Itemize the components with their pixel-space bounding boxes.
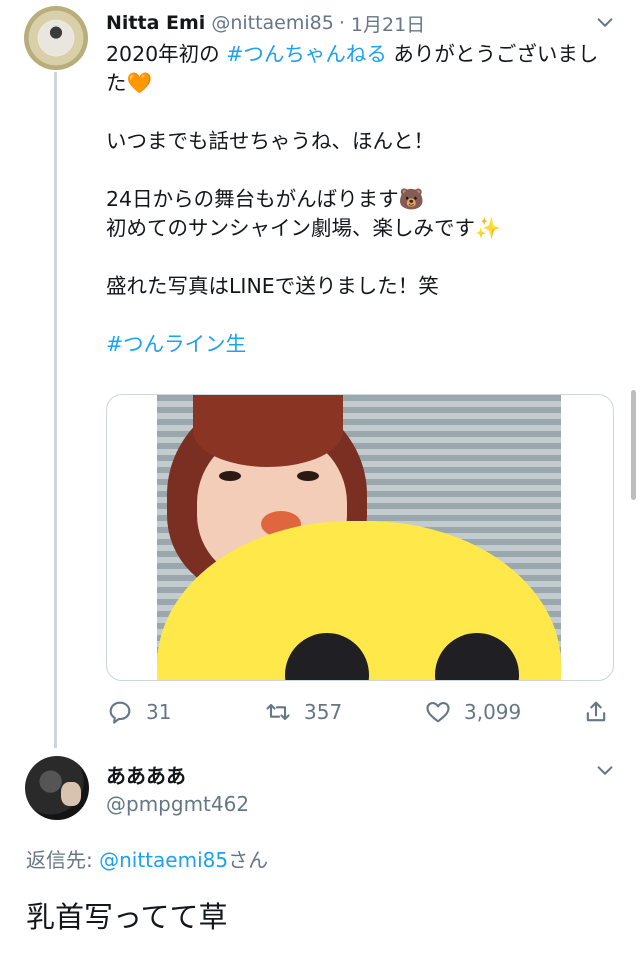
tweet-line-4: 初めてのサンシャイン劇場、楽しみです✨ [106,216,501,240]
header-separator: · [338,12,345,34]
share-action[interactable] [582,694,610,730]
scrollbar[interactable] [631,390,636,500]
author-name[interactable]: Nitta Emi [106,12,205,34]
bear-emoji: 🐻 [398,187,425,211]
author-avatar[interactable] [24,6,88,70]
tweet-photo[interactable] [157,395,561,680]
tweet-actions: 31 357 3,099 [106,694,616,730]
hashtag-link[interactable]: #つんちゃんねる [226,42,387,66]
like-action[interactable]: 3,099 [424,694,521,730]
tweet-line-5: 盛れた写真はLINEで送りました！笑 [106,274,439,298]
like-count: 3,099 [464,700,522,724]
tweet-date[interactable]: 1月21日 [351,10,425,37]
reply-author-avatar[interactable] [25,756,89,820]
reply-icon [109,701,131,724]
like-icon [426,701,450,723]
chevron-down-icon[interactable] [594,12,616,34]
hashtag-link[interactable]: #つんライン生 [106,332,246,356]
reply-action[interactable]: 31 [106,694,171,730]
tweet-header: Nitta Emi @nittaemi85 · 1月21日 [106,8,616,38]
thread-connector-line [54,72,57,748]
tweet-line-1: 2020年初の #つんちゃんねる ありがとうございました🧡 [106,42,599,95]
tweet-line-3: 24日からの舞台もがんばります🐻 [106,187,425,211]
tweet-text: 2020年初の #つんちゃんねる ありがとうございました🧡 いつまでも話せちゃう… [106,40,616,359]
tweet-media-card[interactable] [106,394,614,681]
orange-heart-emoji: 🧡 [126,71,153,95]
author-handle[interactable]: @nittaemi85 [211,12,334,34]
share-icon [586,701,606,722]
sparkles-emoji: ✨ [475,216,501,240]
tweet-line-2: いつまでも話せちゃうね、ほんと！ [106,129,434,153]
chevron-down-icon[interactable] [594,760,616,782]
retweet-action[interactable]: 357 [264,694,342,730]
retweet-count: 357 [304,700,343,724]
reply-context: 返信先: @nittaemi85さん [26,848,269,872]
reply-text: 乳首写ってて草 [26,900,228,934]
reply-author-name[interactable]: ああああ [106,760,186,789]
reply-author-handle[interactable]: @pmpgmt462 [106,792,249,816]
reply-count: 31 [146,700,172,724]
retweet-icon [266,703,290,721]
reply-to-mention[interactable]: @nittaemi85 [99,848,228,872]
